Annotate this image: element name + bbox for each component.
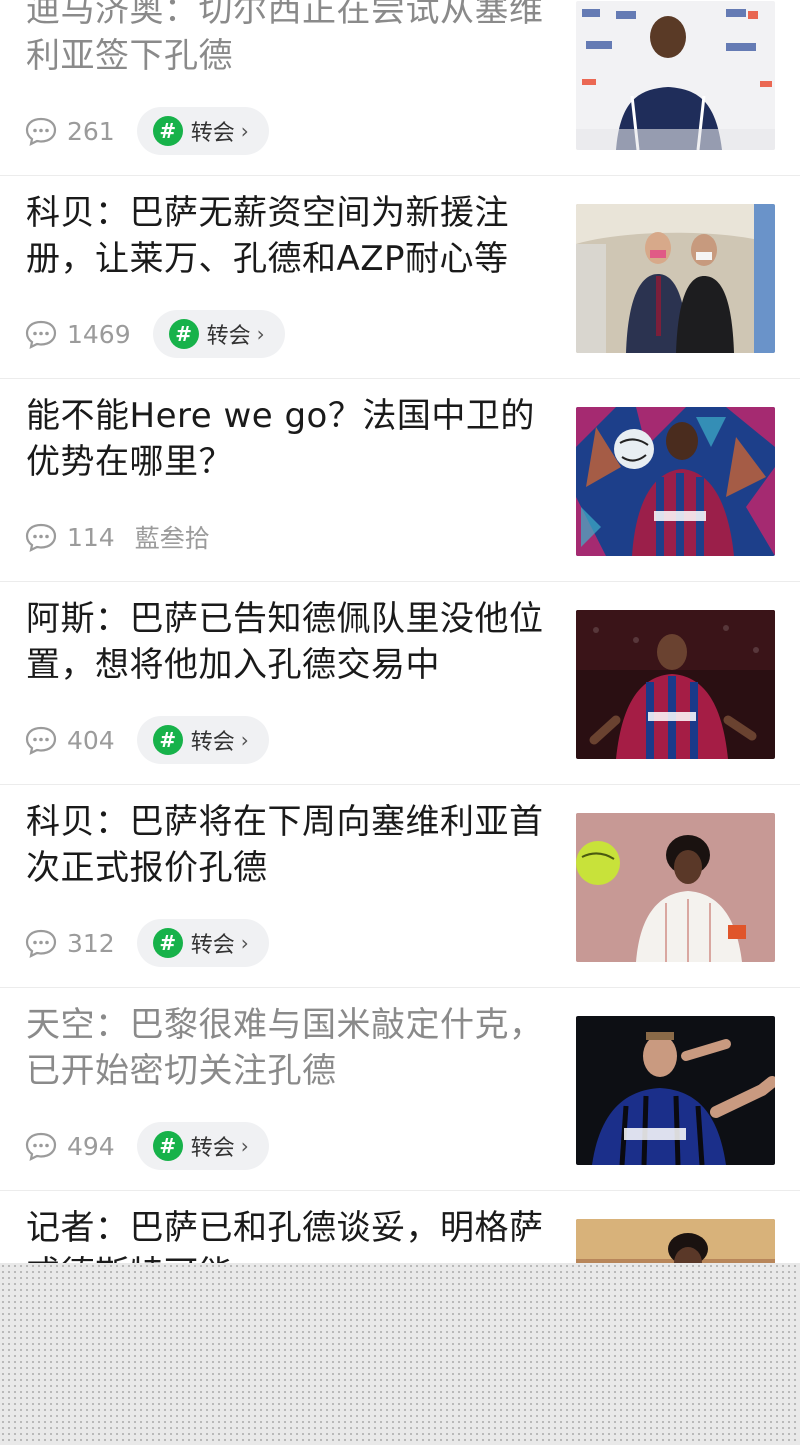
news-thumbnail[interactable]: [576, 610, 775, 759]
hashtag-icon: #: [152, 928, 183, 958]
news-meta: 114 藍叁拾: [24, 513, 210, 561]
airplane-photo-image: [576, 204, 775, 353]
comment-count[interactable]: 404: [24, 725, 115, 755]
comment-count[interactable]: 1469: [24, 319, 131, 349]
player-sevilla-kit-image: [576, 813, 775, 962]
news-item[interactable]: 天空：巴黎很难与国米敲定什克，已开始密切关注孔德 494 # 转会 ›: [0, 988, 800, 1191]
comment-icon: [25, 320, 57, 349]
comment-icon: [25, 726, 57, 755]
news-meta: 1469 # 转会 ›: [24, 310, 285, 358]
news-thumbnail[interactable]: [576, 204, 775, 353]
comment-count[interactable]: 312: [24, 928, 115, 958]
player-with-ball-image: [576, 407, 775, 556]
hashtag-icon: #: [152, 116, 183, 146]
topic-tag[interactable]: # 转会 ›: [152, 310, 285, 358]
news-item[interactable]: 阿斯：巴萨已告知德佩队里没他位置，想将他加入孔德交易中 404 # 转会 ›: [0, 582, 800, 785]
news-meta: 494 # 转会 ›: [24, 1122, 269, 1170]
hashtag-icon: #: [168, 319, 199, 349]
comment-count[interactable]: 261: [24, 116, 115, 146]
news-thumbnail[interactable]: [576, 1016, 775, 1165]
comment-icon: [25, 523, 57, 552]
news-title[interactable]: 阿斯：巴萨已告知德佩队里没他位置，想将他加入孔德交易中: [26, 596, 546, 688]
news-item[interactable]: 能不能Here we go？法国中卫的优势在哪里？ 114 藍叁拾: [0, 379, 800, 582]
comment-icon: [25, 1132, 57, 1161]
player-celebrating-image: [576, 610, 775, 759]
topic-tag[interactable]: # 转会 ›: [136, 716, 269, 764]
chevron-right-icon: ›: [240, 1134, 249, 1158]
news-item[interactable]: 科贝：巴萨将在下周向塞维利亚首次正式报价孔德 312 # 转会 ›: [0, 785, 800, 988]
comment-icon: [25, 117, 57, 146]
chevron-right-icon: ›: [240, 119, 249, 143]
hashtag-icon: #: [152, 1131, 183, 1161]
news-title[interactable]: 科贝：巴萨无薪资空间为新援注册，让莱万、孔德和AZP耐心等: [26, 190, 546, 282]
chevron-right-icon: ›: [240, 931, 249, 955]
hashtag-icon: #: [152, 725, 183, 755]
news-title[interactable]: 科贝：巴萨将在下周向塞维利亚首次正式报价孔德: [26, 799, 546, 891]
news-item[interactable]: 科贝：巴萨无薪资空间为新援注册，让莱万、孔德和AZP耐心等 1469 # 转会 …: [0, 176, 800, 379]
news-item[interactable]: 迪马济奥：切尔西正在尝试从塞维利亚签下孔德 261 # 转会 ›: [0, 0, 800, 176]
comment-count[interactable]: 494: [24, 1131, 115, 1161]
press-conference-image: [576, 1, 775, 150]
player-inter-kit-image: [576, 1016, 775, 1165]
news-thumbnail[interactable]: [576, 1, 775, 150]
chevron-right-icon: ›: [256, 322, 265, 346]
news-thumbnail[interactable]: [576, 407, 775, 556]
news-title[interactable]: 天空：巴黎很难与国米敲定什克，已开始密切关注孔德: [26, 1002, 546, 1094]
news-meta: 312 # 转会 ›: [24, 919, 269, 967]
halftone-overlay: [0, 1263, 800, 1445]
topic-tag[interactable]: # 转会 ›: [136, 107, 269, 155]
news-feed: 迪马济奥：切尔西正在尝试从塞维利亚签下孔德 261 # 转会 › 科贝：巴萨无薪…: [0, 0, 800, 1394]
news-meta: 404 # 转会 ›: [24, 716, 269, 764]
news-thumbnail[interactable]: [576, 813, 775, 962]
news-title[interactable]: 迪马济奥：切尔西正在尝试从塞维利亚签下孔德: [26, 0, 546, 79]
topic-tag[interactable]: # 转会 ›: [136, 919, 269, 967]
chevron-right-icon: ›: [240, 728, 249, 752]
comment-icon: [25, 929, 57, 958]
topic-tag[interactable]: # 转会 ›: [136, 1122, 269, 1170]
author-name[interactable]: 藍叁拾: [135, 519, 210, 555]
news-title[interactable]: 能不能Here we go？法国中卫的优势在哪里？: [26, 393, 546, 485]
news-meta: 261 # 转会 ›: [24, 107, 269, 155]
comment-count[interactable]: 114: [24, 522, 115, 552]
